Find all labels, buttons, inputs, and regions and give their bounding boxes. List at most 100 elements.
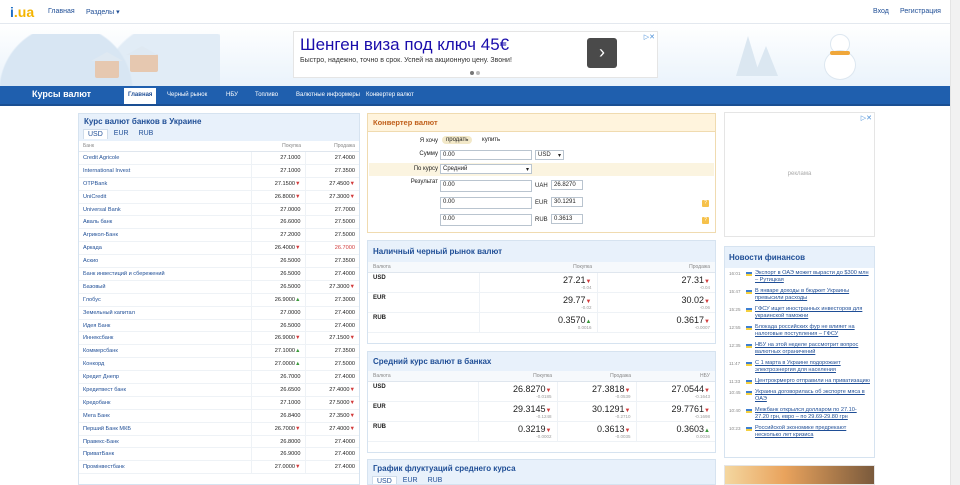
news-link[interactable]: Межбанк открылся долларом по 27.10-27.20… bbox=[755, 407, 870, 421]
table-row[interactable]: Коммерсбанк 27.1000▲ 27.3500 bbox=[79, 344, 359, 359]
table-row[interactable]: Кредит Днепр 26.7000 27.4000 bbox=[79, 370, 359, 385]
table-row[interactable]: Кредитвест банк 26.6500 27.4000▼ bbox=[79, 383, 359, 397]
table-row[interactable]: Базовый 26.5000 27.3000▼ bbox=[79, 280, 359, 294]
news-link[interactable]: Экспорт в ОАЭ может вырасти до $300 млн … bbox=[755, 270, 870, 284]
table-row[interactable]: Конкорд 27.0000▲ 27.5000 bbox=[79, 357, 359, 372]
table-row[interactable]: Аваль банк 26.6000 27.5000 bbox=[79, 215, 359, 230]
bank-name[interactable]: Кредитвест банк bbox=[79, 383, 251, 397]
rate-select[interactable]: Средний ▾ bbox=[440, 164, 532, 174]
ad-close-icon[interactable]: ▷✕ bbox=[861, 114, 872, 122]
option-sell[interactable]: продать bbox=[442, 136, 473, 144]
tab-usd[interactable]: USD bbox=[83, 129, 108, 139]
tab-eur[interactable]: EUR bbox=[399, 476, 422, 484]
bank-name[interactable]: International Invest bbox=[79, 164, 251, 178]
bank-name[interactable]: Промінвестбанк bbox=[79, 460, 251, 475]
tab-eur[interactable]: EUR bbox=[110, 129, 133, 139]
ad-close-icon[interactable]: ▷✕ bbox=[644, 33, 655, 41]
result-eur-input[interactable]: 0.00 bbox=[440, 197, 532, 209]
news-link[interactable]: НБУ на этой неделе рассмотрит вопрос вал… bbox=[755, 342, 870, 356]
news-link[interactable]: Украина договорилась об экспорте мяса в … bbox=[755, 389, 870, 403]
bank-name[interactable]: Земельный капитал bbox=[79, 306, 251, 320]
ad-carousel-dots[interactable] bbox=[470, 71, 484, 76]
table-row[interactable]: Перший Банк МКБ 26.7000▼ 27.4000▼ bbox=[79, 422, 359, 436]
right-ad[interactable]: ▷✕ реклама bbox=[724, 112, 875, 237]
table-row[interactable]: Credit Agricole 27.1000 27.4000 bbox=[79, 151, 359, 165]
bank-name[interactable]: Агрикол-Банк bbox=[79, 228, 251, 243]
register-link[interactable]: Регистрация bbox=[900, 8, 941, 15]
bank-name[interactable]: Конкорд bbox=[79, 357, 251, 372]
bank-name[interactable]: Мега Банк bbox=[79, 409, 251, 423]
nav-black-market[interactable]: Черный рынок bbox=[163, 90, 211, 100]
tab-rub[interactable]: RUB bbox=[424, 476, 447, 484]
table-row[interactable]: Кредобанк 27.1000 27.5000▼ bbox=[79, 396, 359, 410]
bank-name[interactable]: Базовый bbox=[79, 280, 251, 294]
table-row[interactable]: Мега Банк 26.8400 27.3500▼ bbox=[79, 409, 359, 423]
table-row[interactable]: Аркада 26.4000▼ 26.7000 bbox=[79, 241, 359, 256]
nav-converter[interactable]: Конвертер валют bbox=[362, 90, 418, 100]
bank-name[interactable]: Аркада bbox=[79, 241, 251, 256]
sum-currency-select[interactable]: USD ▾ bbox=[535, 150, 564, 160]
help-icon[interactable]: ? bbox=[702, 200, 709, 207]
option-buy[interactable]: купить bbox=[478, 136, 504, 144]
nav-home[interactable]: Главная bbox=[124, 88, 157, 104]
tab-usd[interactable]: USD bbox=[372, 476, 397, 484]
bank-name[interactable]: Правекс-Банк bbox=[79, 435, 251, 449]
table-row[interactable]: Иннексбанк 26.9000▼ 27.1500▼ bbox=[79, 331, 359, 346]
news-link[interactable]: Центрокрмерго отправили на приватизацию bbox=[755, 378, 870, 385]
news-link[interactable]: ГФСУ ищет иностранных инвесторов для укр… bbox=[755, 306, 870, 320]
top-link-sections[interactable]: Разделы ▾ bbox=[86, 8, 120, 16]
bank-name[interactable]: Credit Agricole bbox=[79, 151, 251, 165]
news-link[interactable]: С 1 марта в Украине подорожает электроэн… bbox=[755, 360, 870, 374]
result-uah-input[interactable]: 0.00 bbox=[440, 180, 532, 192]
news-link[interactable]: Блокада российских фур не влияет на нало… bbox=[755, 324, 870, 338]
nav-fuel[interactable]: Топливо bbox=[251, 90, 282, 100]
top-ad[interactable]: Шенген виза под ключ 45€ Быстро, надежно… bbox=[293, 31, 658, 78]
bank-name[interactable]: Аваль банк bbox=[79, 215, 251, 230]
table-row[interactable]: Земельный капитал 27.0000 27.4000 bbox=[79, 306, 359, 320]
table-row[interactable]: ПриватБанк 26.9000 27.4000 bbox=[79, 447, 359, 462]
bank-name[interactable]: Universal Bank bbox=[79, 203, 251, 217]
bank-name[interactable]: OTPBank bbox=[79, 177, 251, 191]
bank-name[interactable]: Кредобанк bbox=[79, 396, 251, 410]
bank-name[interactable]: Кредит Днепр bbox=[79, 370, 251, 385]
table-row[interactable]: International Invest 27.1000 27.3500 bbox=[79, 164, 359, 178]
bank-name[interactable]: Перший Банк МКБ bbox=[79, 422, 251, 436]
table-row[interactable]: Банк инвестиций и сбережений 26.5000 27.40… bbox=[79, 267, 359, 281]
table-row[interactable]: OTPBank 27.1500▼ 27.4500▼ bbox=[79, 177, 359, 191]
table-row[interactable]: Идея Банк 26.5000 27.4000 bbox=[79, 319, 359, 333]
login-link[interactable]: Вход bbox=[873, 8, 889, 15]
bank-name[interactable]: Банк инвестиций и сбережений bbox=[79, 267, 251, 281]
bank-name[interactable]: ПриватБанк bbox=[79, 447, 251, 462]
news-link[interactable]: Российской экономике предрекают нескольк… bbox=[755, 425, 870, 439]
help-icon[interactable]: ? bbox=[702, 217, 709, 224]
site-logo[interactable]: i.ua bbox=[10, 4, 34, 20]
bottom-right-ad[interactable] bbox=[724, 465, 875, 485]
bank-name[interactable]: Коммерсбанк bbox=[79, 344, 251, 359]
table-row[interactable]: Глобус 26.9000▲ 27.3000 bbox=[79, 293, 359, 307]
table-row[interactable]: Universal Bank 27.0000 27.7000 bbox=[79, 203, 359, 217]
bank-name[interactable]: Глобус bbox=[79, 293, 251, 307]
top-link-home[interactable]: Главная bbox=[48, 8, 75, 15]
result-uah-rate[interactable]: 26.8270 bbox=[551, 180, 583, 190]
bank-name[interactable]: Аскио bbox=[79, 254, 251, 269]
scrollbar[interactable] bbox=[950, 0, 960, 485]
result-rub-input[interactable]: 0.00 bbox=[440, 214, 532, 226]
tab-rub[interactable]: RUB bbox=[135, 129, 158, 139]
table-row[interactable]: Правекс-Банк 26.8000 27.4000 bbox=[79, 435, 359, 449]
table-row[interactable]: Аскио 26.5000 27.3500 bbox=[79, 254, 359, 269]
bank-name[interactable]: Иннексбанк bbox=[79, 331, 251, 346]
ad-title[interactable]: Шенген виза под ключ 45€ bbox=[300, 35, 509, 55]
sum-input[interactable]: 0.00 bbox=[440, 150, 532, 160]
result-eur-rate[interactable]: 30.1291 bbox=[551, 197, 583, 207]
ad-arrow-button[interactable]: › bbox=[587, 38, 617, 68]
sell-cell: 27.4000 bbox=[304, 435, 359, 449]
nav-informers[interactable]: Валютные информеры bbox=[292, 90, 364, 100]
news-link[interactable]: В январе доходы в бюджет Украины превыси… bbox=[755, 288, 870, 302]
bank-name[interactable]: UniCredit bbox=[79, 190, 251, 204]
result-rub-rate[interactable]: 0.3613 bbox=[551, 214, 583, 224]
table-row[interactable]: Промінвестбанк 27.0000▼ 27.4000 bbox=[79, 460, 359, 475]
bank-name[interactable]: Идея Банк bbox=[79, 319, 251, 333]
table-row[interactable]: UniCredit 26.8000▼ 27.3000▼ bbox=[79, 190, 359, 204]
nav-nbu[interactable]: НБУ bbox=[222, 90, 242, 100]
table-row[interactable]: Агрикол-Банк 27.2000 27.5000 bbox=[79, 228, 359, 243]
